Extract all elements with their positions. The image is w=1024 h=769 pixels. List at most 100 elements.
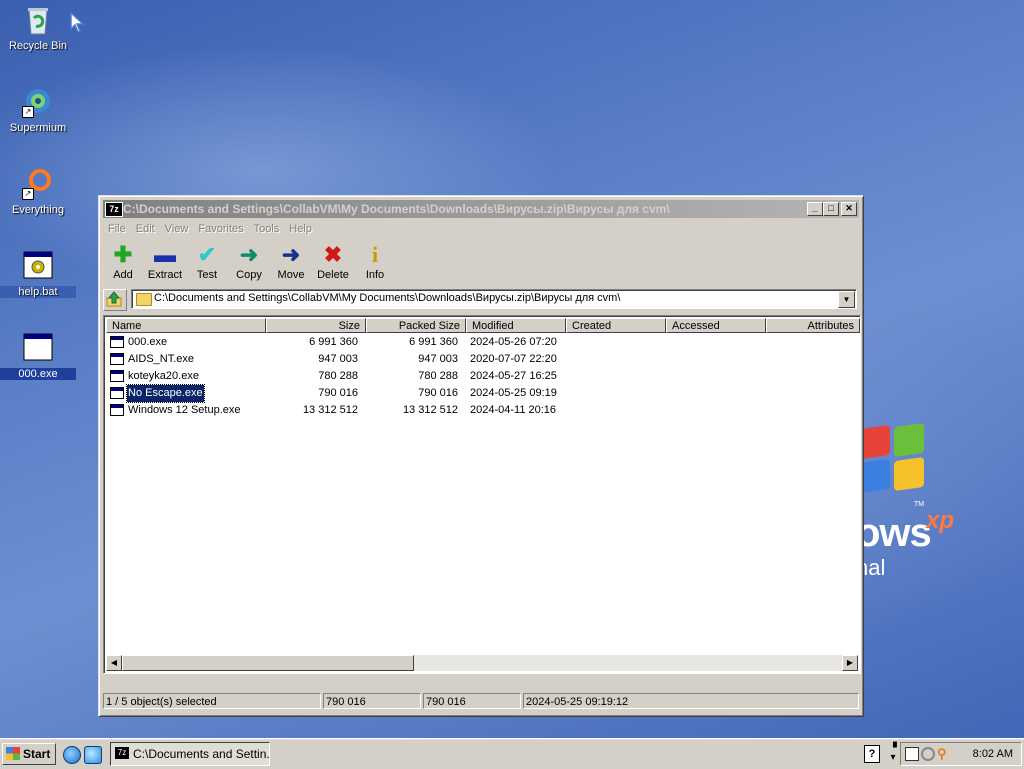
internet-explorer-icon[interactable]	[63, 746, 81, 764]
add-label: Add	[113, 269, 133, 281]
file-name: 000.exe	[128, 336, 168, 348]
windows-flag-icon	[6, 747, 20, 760]
status-size: 790 016	[323, 693, 421, 709]
move-label: Move	[277, 269, 305, 281]
status-packed-size: 790 016	[423, 693, 521, 709]
desktop-icon-everything[interactable]: ↗ Everything	[0, 168, 76, 216]
column-header-attributes[interactable]: Attributes	[766, 318, 860, 333]
file-modified: 2020-07-07 22:20	[470, 353, 557, 365]
exe-file-icon	[110, 387, 124, 399]
horizontal-scrollbar[interactable]: ◀ ▶	[106, 655, 858, 671]
title-bar[interactable]: 7z C:\Documents and Settings\CollabVM\My…	[103, 200, 859, 218]
up-folder-button[interactable]	[103, 289, 127, 311]
help-icon[interactable]: ?	[864, 745, 880, 763]
file-name: No Escape.exe	[126, 384, 205, 403]
executable-icon	[22, 332, 54, 364]
delete-label: Delete	[317, 269, 349, 281]
file-modified: 2024-05-27 16:25	[470, 370, 557, 382]
address-combobox[interactable]: C:\Documents and Settings\CollabVM\My Do…	[131, 289, 857, 309]
copy-arrow-icon: ➜	[239, 242, 259, 267]
menu-favorites[interactable]: Favorites	[193, 220, 248, 238]
mouse-cursor-icon	[70, 12, 85, 34]
column-header-packed-size[interactable]: Packed Size	[366, 318, 466, 333]
desktop-icon-help-bat[interactable]: help.bat	[0, 250, 76, 298]
scroll-left-icon[interactable]: ◀	[106, 655, 122, 671]
desktop-icon-label: help.bat	[0, 286, 76, 298]
network-icon[interactable]	[905, 747, 919, 761]
info-label: Info	[365, 269, 385, 281]
file-size: 780 288	[318, 370, 358, 382]
dropdown-arrow-icon[interactable]: ▼	[838, 291, 855, 308]
minus-icon: ▬	[154, 242, 176, 267]
copy-button[interactable]: ➜ Copy	[229, 240, 269, 282]
column-header-modified[interactable]: Modified	[466, 318, 566, 333]
column-header-name[interactable]: Name	[106, 318, 266, 333]
exe-file-icon	[110, 336, 124, 348]
address-path: C:\Documents and Settings\CollabVM\My Do…	[154, 292, 621, 304]
supermium-icon: ↗	[22, 86, 54, 118]
desktop-icon-000-exe[interactable]: 000.exe	[0, 332, 76, 380]
scroll-right-icon[interactable]: ▶	[842, 655, 858, 671]
move-arrow-icon: ➜	[281, 242, 301, 267]
extract-button[interactable]: ▬ Extract	[145, 240, 185, 282]
file-modified: 2024-05-26 07:20	[470, 336, 557, 348]
taskbar-window-button[interactable]: 7z C:\Documents and Settin...	[110, 742, 270, 766]
column-header-size[interactable]: Size	[266, 318, 366, 333]
file-packed-size: 780 288	[418, 370, 458, 382]
test-button[interactable]: ✔ Test	[187, 240, 227, 282]
windows-xp-wallpaper-logo: ows TM xp nal	[856, 422, 966, 585]
app-7zip-icon: 7z	[105, 202, 123, 217]
exe-file-icon	[110, 404, 124, 416]
file-modified: 2024-04-11 20:16	[470, 404, 557, 416]
show-desktop-icon[interactable]	[84, 746, 102, 764]
everything-search-icon[interactable]: ⚲	[937, 747, 951, 761]
volume-icon[interactable]	[921, 747, 935, 761]
toolbar: ✚ Add ▬ Extract ✔ Test ➜ Copy ➜ Move ✖ D…	[103, 240, 857, 284]
start-label: Start	[23, 747, 51, 761]
file-size: 6 991 360	[309, 336, 358, 348]
desktop-icon-label: Everything	[12, 204, 64, 216]
file-name: AIDS_NT.exe	[128, 353, 195, 365]
menu-help[interactable]: Help	[284, 220, 317, 238]
move-button[interactable]: ➜ Move	[271, 240, 311, 282]
file-packed-size: 947 003	[418, 353, 458, 365]
menu-view[interactable]: View	[160, 220, 194, 238]
file-packed-size: 13 312 512	[402, 404, 458, 416]
wallpaper-logo-text: ows	[856, 511, 932, 555]
test-label: Test	[196, 269, 218, 281]
status-bar: 1 / 5 object(s) selected 790 016 790 016…	[103, 693, 859, 711]
taskbar-window-label: C:\Documents and Settin...	[133, 747, 270, 761]
menu-file[interactable]: File	[103, 220, 131, 238]
minimize-button[interactable]: _	[807, 202, 823, 216]
delete-button[interactable]: ✖ Delete	[313, 240, 353, 282]
recycle-bin-icon	[22, 4, 54, 36]
check-icon: ✔	[197, 242, 217, 267]
shortcut-arrow-icon: ↗	[22, 188, 34, 200]
status-modified: 2024-05-25 09:19:12	[523, 693, 859, 709]
clock[interactable]: 8:02 AM	[973, 743, 1013, 765]
column-header-accessed[interactable]: Accessed	[666, 318, 766, 333]
copy-label: Copy	[236, 269, 262, 281]
menu-tools[interactable]: Tools	[249, 220, 285, 238]
desktop-icon-label: 000.exe	[0, 368, 76, 380]
close-button[interactable]: ✕	[841, 202, 857, 216]
usb-tray-icon[interactable]: ▝ ▾	[888, 744, 898, 763]
maximize-button[interactable]: □	[823, 202, 839, 216]
file-modified: 2024-05-25 09:19	[470, 387, 557, 399]
window-title: C:\Documents and Settings\CollabVM\My Do…	[123, 202, 670, 216]
menu-edit[interactable]: Edit	[131, 220, 160, 238]
file-packed-size: 6 991 360	[409, 336, 458, 348]
add-button[interactable]: ✚ Add	[103, 240, 143, 282]
system-tray: ⚲ 8:02 AM	[900, 742, 1022, 766]
wallpaper-logo-xp: xp	[926, 507, 955, 534]
file-list: Name Size Packed Size Modified Created A…	[103, 315, 861, 674]
desktop-icon-supermium[interactable]: ↗ Supermium	[0, 86, 76, 134]
file-name: koteyka20.exe	[128, 370, 199, 382]
app-7zip-icon: 7z	[115, 747, 129, 759]
info-button[interactable]: i Info	[355, 240, 395, 282]
scrollbar-thumb[interactable]	[122, 655, 414, 671]
start-button[interactable]: Start	[2, 743, 56, 765]
column-header-created[interactable]: Created	[566, 318, 666, 333]
desktop-icon-recycle-bin[interactable]: Recycle Bin	[0, 4, 76, 52]
address-bar: C:\Documents and Settings\CollabVM\My Do…	[103, 288, 857, 311]
